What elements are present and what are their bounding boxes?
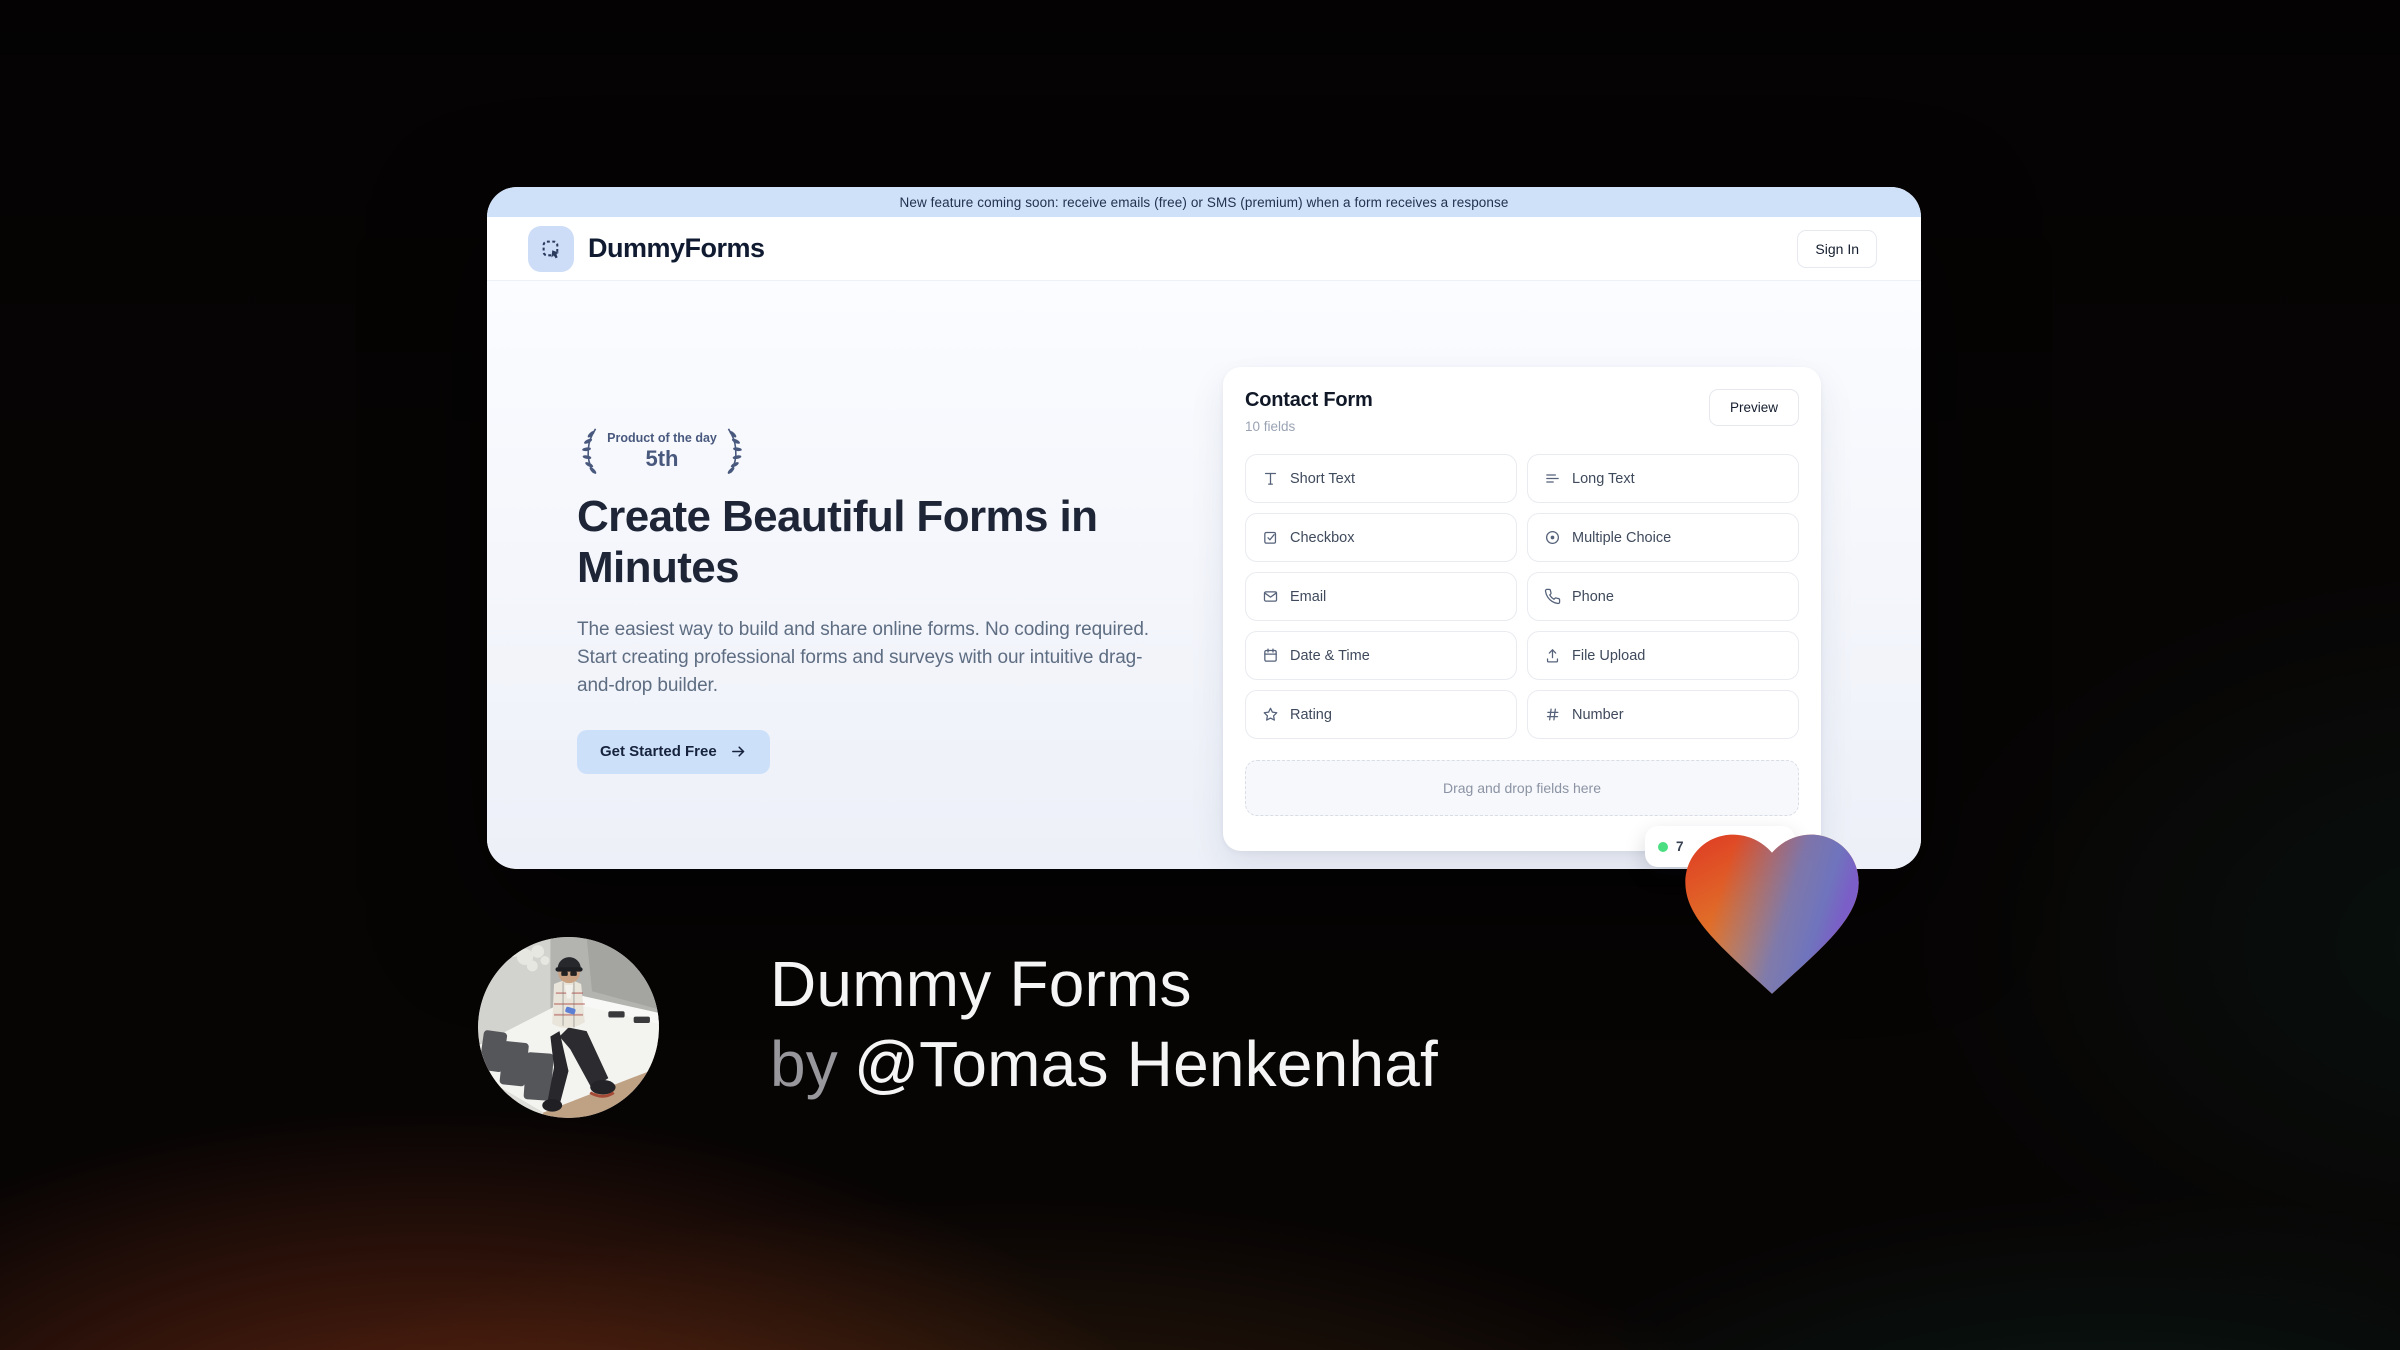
field-email[interactable]: Email bbox=[1245, 572, 1517, 621]
preview-button[interactable]: Preview bbox=[1708, 389, 1799, 426]
sign-in-button[interactable]: Sign In bbox=[1797, 229, 1877, 268]
brand-name: DummyForms bbox=[588, 233, 765, 263]
field-checkbox[interactable]: Checkbox bbox=[1245, 513, 1517, 562]
field-number[interactable]: Number bbox=[1527, 690, 1799, 739]
phone-icon bbox=[1544, 588, 1561, 605]
short-text-icon bbox=[1264, 472, 1277, 485]
laurel-right-icon bbox=[727, 428, 742, 474]
avatar-photo bbox=[478, 937, 659, 1118]
checkbox-icon bbox=[1264, 531, 1277, 544]
field-label: Date & Time bbox=[1290, 647, 1370, 664]
form-field-count: 10 fields bbox=[1245, 419, 1296, 434]
upload-icon bbox=[1546, 649, 1559, 663]
hash-icon bbox=[1546, 708, 1559, 721]
field-label: Long Text bbox=[1572, 470, 1635, 487]
gradient-heart-icon bbox=[1685, 834, 1859, 994]
badge-title: Product of the day bbox=[607, 430, 717, 445]
field-multiple-choice[interactable]: Multiple Choice bbox=[1527, 513, 1799, 562]
credit-by: by bbox=[770, 1028, 838, 1100]
radio-icon bbox=[1545, 530, 1560, 545]
hero-section: Product of the day 5th Create Beautiful … bbox=[487, 281, 1921, 869]
calendar-icon bbox=[1264, 648, 1277, 662]
credit-author: @Tomas Henkenhaf bbox=[854, 1028, 1439, 1100]
site-header: DummyForms Sign In bbox=[487, 217, 1921, 281]
dummyforms-logo[interactable] bbox=[528, 225, 574, 272]
field-palette: Short Text Long Text Checkbox Multiple C… bbox=[1245, 454, 1799, 739]
field-date-time[interactable]: Date & Time bbox=[1245, 631, 1517, 680]
drag-select-icon bbox=[542, 240, 560, 258]
field-phone[interactable]: Phone bbox=[1527, 572, 1799, 621]
field-label: Multiple Choice bbox=[1572, 529, 1672, 546]
laurel-left-icon bbox=[582, 428, 597, 474]
cta-label: Get Started Free bbox=[600, 743, 717, 761]
avatar bbox=[478, 937, 659, 1118]
browser-window: New feature coming soon: receive emails … bbox=[487, 187, 1921, 869]
announcement-banner: New feature coming soon: receive emails … bbox=[487, 187, 1921, 217]
announcement-text: New feature coming soon: receive emails … bbox=[899, 194, 1509, 210]
hero-description: The easiest way to build and share onlin… bbox=[577, 618, 1149, 696]
field-label: Rating bbox=[1290, 706, 1332, 723]
star-icon bbox=[1263, 707, 1278, 721]
field-long-text[interactable]: Long Text bbox=[1527, 454, 1799, 503]
hero-title: Create Beautiful Forms in Minutes bbox=[577, 492, 1098, 593]
credit-text: Dummy Forms by @Tomas Henkenhaf bbox=[770, 944, 1438, 1104]
product-of-the-day-badge: Product of the day 5th bbox=[577, 425, 747, 477]
form-title: Contact Form bbox=[1245, 389, 1373, 411]
form-builder-card: Contact Form 10 fields Preview Short Tex… bbox=[1223, 367, 1821, 851]
field-label: Phone bbox=[1572, 588, 1614, 605]
long-text-icon bbox=[1546, 474, 1559, 483]
arrow-right-icon bbox=[731, 746, 744, 757]
field-file-upload[interactable]: File Upload bbox=[1527, 631, 1799, 680]
online-dot-icon bbox=[1658, 841, 1668, 852]
field-label: Email bbox=[1290, 588, 1327, 605]
field-rating[interactable]: Rating bbox=[1245, 690, 1517, 739]
field-label: Checkbox bbox=[1290, 529, 1355, 546]
hero-left-column: Product of the day 5th Create Beautiful … bbox=[577, 425, 1177, 774]
badge-rank: 5th bbox=[645, 445, 679, 471]
field-label: File Upload bbox=[1572, 647, 1646, 664]
credit-product-name: Dummy Forms bbox=[770, 948, 1192, 1020]
card-header: Contact Form 10 fields Preview bbox=[1245, 389, 1799, 434]
field-short-text[interactable]: Short Text bbox=[1245, 454, 1517, 503]
dropzone-label: Drag and drop fields here bbox=[1443, 780, 1601, 796]
field-label: Short Text bbox=[1290, 470, 1356, 487]
envelope-icon bbox=[1263, 591, 1278, 602]
get-started-button[interactable]: Get Started Free bbox=[577, 729, 770, 774]
field-label: Number bbox=[1572, 706, 1624, 723]
